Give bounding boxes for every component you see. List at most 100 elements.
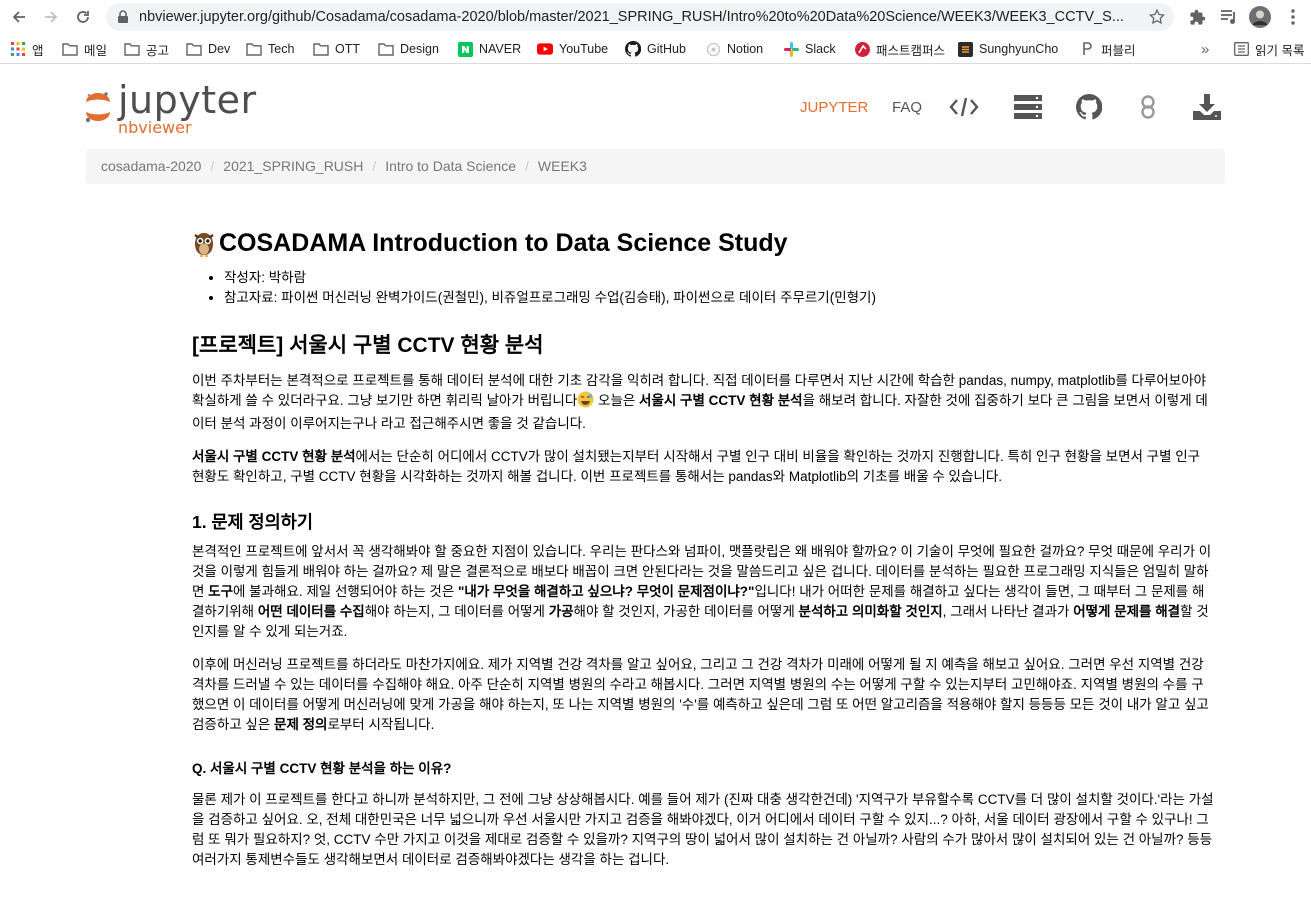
bookmark-folder-jobs[interactable]: 공고 (124, 40, 169, 58)
bookmark-label: 앱 (32, 43, 44, 58)
bookmark-youtube[interactable]: YouTube (537, 40, 608, 58)
bookmark-folder-ott[interactable]: OTT (313, 40, 360, 58)
publy-icon (1079, 41, 1095, 57)
bookmark-folder-design[interactable]: Design (378, 40, 439, 58)
section-heading-problem-definition: 1. 문제 정의하기 (192, 512, 313, 532)
slack-icon (783, 41, 799, 57)
naver-icon (457, 41, 473, 57)
text-run: 로부터 시작됩니다. (327, 717, 435, 732)
sweat-smile-emoji-icon (577, 391, 594, 414)
github-icon (625, 41, 641, 57)
logo-word: jupyter (118, 78, 257, 122)
notebook-title-text: COSADAMA Introduction to Data Science St… (219, 229, 788, 257)
reading-list-label: 읽기 목록 (1255, 43, 1305, 58)
question-heading: Q. 서울시 구별 CCTV 현황 분석을 하는 이유? (192, 761, 452, 776)
bold-text: 문제 정의 (274, 717, 328, 732)
bookmark-fastcampus[interactable]: 패스트캠퍼스 (854, 40, 945, 58)
lock-icon (117, 10, 129, 29)
bookmark-label: OTT (335, 42, 360, 56)
intro-paragraph: 이번 주차부터는 본격적으로 프로젝트를 통해 데이터 분석에 대한 기초 감각… (192, 371, 1214, 434)
notebook-meta-list: 작성자: 박하람 참고자료: 파이썬 머신러닝 완벽가이드(권철민), 비쥬얼프… (224, 268, 1214, 308)
bookmark-folder-dev[interactable]: Dev (186, 40, 230, 58)
browser-menu-icon[interactable] (1282, 6, 1304, 28)
forward-icon[interactable] (39, 5, 63, 29)
bookmark-label: YouTube (559, 42, 609, 56)
meta-references: 참고자료: 파이썬 머신러닝 완벽가이드(권철민), 비쥬얼프로그래밍 수업(김… (224, 288, 1214, 308)
breadcrumb-separator: / (210, 158, 215, 174)
bookmarks-overflow[interactable]: » (1201, 40, 1209, 58)
breadcrumb-separator: / (525, 158, 529, 174)
bookmark-label: Notion (727, 42, 764, 56)
breadcrumb-item[interactable]: Intro to Data Science (385, 158, 516, 174)
address-bar[interactable]: nbviewer.jupyter.org/github/Cosadama/cos… (106, 3, 1174, 31)
notebook-title: COSADAMA Introduction to Data Science St… (192, 226, 1214, 260)
text-run: , 그래서 나타난 결과가 (942, 604, 1074, 619)
bold-text: 서울시 구별 CCTV 현황 분석 (639, 393, 803, 408)
reading-list[interactable]: 읽기 목록 (1233, 40, 1304, 58)
bookmark-apps[interactable]: 앱 (10, 40, 44, 58)
notion-icon (705, 41, 721, 57)
breadcrumb-item[interactable]: cosadama-2020 (101, 158, 201, 174)
reason-paragraph: 물론 제가 이 프로젝트를 한다고 하니까 분석하지만, 그 전에 그냥 상상해… (192, 792, 1214, 867)
bookmark-label: Slack (805, 42, 836, 56)
problem-paragraph-1: 본격적인 프로젝트에 앞서서 꼭 생각해봐야 할 중요한 지점이 있습니다. 우… (192, 542, 1214, 642)
bookmark-label: GitHub (647, 42, 686, 56)
breadcrumb-separator: / (372, 158, 377, 174)
bookmark-label: Design (400, 42, 439, 56)
bold-text: 어떻게 문제를 해결 (1073, 604, 1181, 619)
text-run: 에 불과해요. 제일 선행되어야 하는 것은 (233, 584, 458, 599)
bold-text: 가공 (548, 604, 574, 619)
view-code-icon[interactable] (948, 92, 980, 122)
folder-icon (124, 41, 140, 57)
breadcrumb-item[interactable]: 2021_SPRING_RUSH (223, 158, 363, 174)
bookmarks-bar: 앱 메일 공고 Dev Tech OTT Design NAVER YouTub… (0, 34, 1311, 64)
breadcrumb: cosadama-2020 / 2021_SPRING_RUSH / Intro to … (86, 149, 1225, 184)
bookmark-folder-mail[interactable]: 메일 (62, 40, 107, 58)
bookmark-label: NAVER (479, 42, 522, 56)
bookmark-slack[interactable]: Slack (783, 40, 836, 58)
fastcampus-icon (854, 41, 870, 57)
sunghyuncho-icon (957, 41, 973, 57)
bookmark-sunghyuncho[interactable]: SunghyunCho (957, 40, 1058, 58)
media-control-icon[interactable] (1218, 6, 1240, 28)
reading-list-icon (1233, 41, 1249, 57)
profile-avatar[interactable] (1249, 6, 1271, 28)
nav-jupyter-link[interactable]: JUPYTER (800, 99, 868, 116)
folder-icon (186, 41, 202, 57)
back-icon[interactable] (7, 5, 31, 29)
extensions-icon[interactable] (1186, 6, 1208, 28)
bold-text: 도구 (208, 584, 234, 599)
scope-paragraph: 서울시 구별 CCTV 현황 분석에서는 단순히 어디에서 CCTV가 많이 설… (192, 447, 1214, 487)
project-heading: [프로젝트] 서울시 구별 CCTV 현황 분석 (192, 334, 544, 357)
bookmark-label: 공고 (146, 43, 170, 58)
reload-icon[interactable] (71, 5, 95, 29)
youtube-icon (537, 41, 553, 57)
bookmark-label: SunghyunCho (979, 42, 1059, 56)
text-run: 해야 할 것인지, 가공한 데이터를 어떻게 (573, 604, 799, 619)
bookmark-notion[interactable]: Notion (705, 40, 763, 58)
nav-faq-link[interactable]: FAQ (892, 99, 922, 116)
bookmark-folder-tech[interactable]: Tech (246, 40, 294, 58)
jupyter-logo-icon (84, 90, 112, 129)
jupyter-nbviewer-logo[interactable]: jupyter nbviewer (84, 78, 257, 137)
notebook-content: COSADAMA Introduction to Data Science St… (192, 226, 1214, 883)
execute-server-icon[interactable] (1012, 92, 1044, 122)
url-text[interactable]: nbviewer.jupyter.org/github/Cosadama/cos… (139, 9, 1139, 25)
logo-sub: nbviewer (118, 118, 192, 137)
bookmark-github[interactable]: GitHub (625, 40, 686, 58)
bookmark-star-icon[interactable] (1148, 8, 1166, 31)
meta-author: 작성자: 박하람 (224, 268, 1214, 288)
bookmark-label: 패스트캠퍼스 (876, 43, 946, 58)
bold-text: 서울시 구별 CCTV 현황 분석 (192, 449, 356, 464)
bookmark-publy[interactable]: 퍼블리 (1079, 40, 1136, 58)
owl-emoji-icon (192, 230, 216, 257)
github-icon[interactable] (1073, 92, 1105, 122)
folder-icon (313, 41, 329, 57)
breadcrumb-item[interactable]: WEEK3 (538, 158, 587, 174)
bold-text: 어떤 데이터를 수집 (257, 604, 365, 619)
text-run: 해야 하는지, 그 데이터를 어떻게 (364, 604, 549, 619)
bookmark-naver[interactable]: NAVER (457, 40, 521, 58)
binder-icon[interactable] (1132, 92, 1164, 122)
download-icon[interactable] (1191, 92, 1223, 122)
bold-text: 분석하고 의미화할 것인지 (798, 604, 943, 619)
